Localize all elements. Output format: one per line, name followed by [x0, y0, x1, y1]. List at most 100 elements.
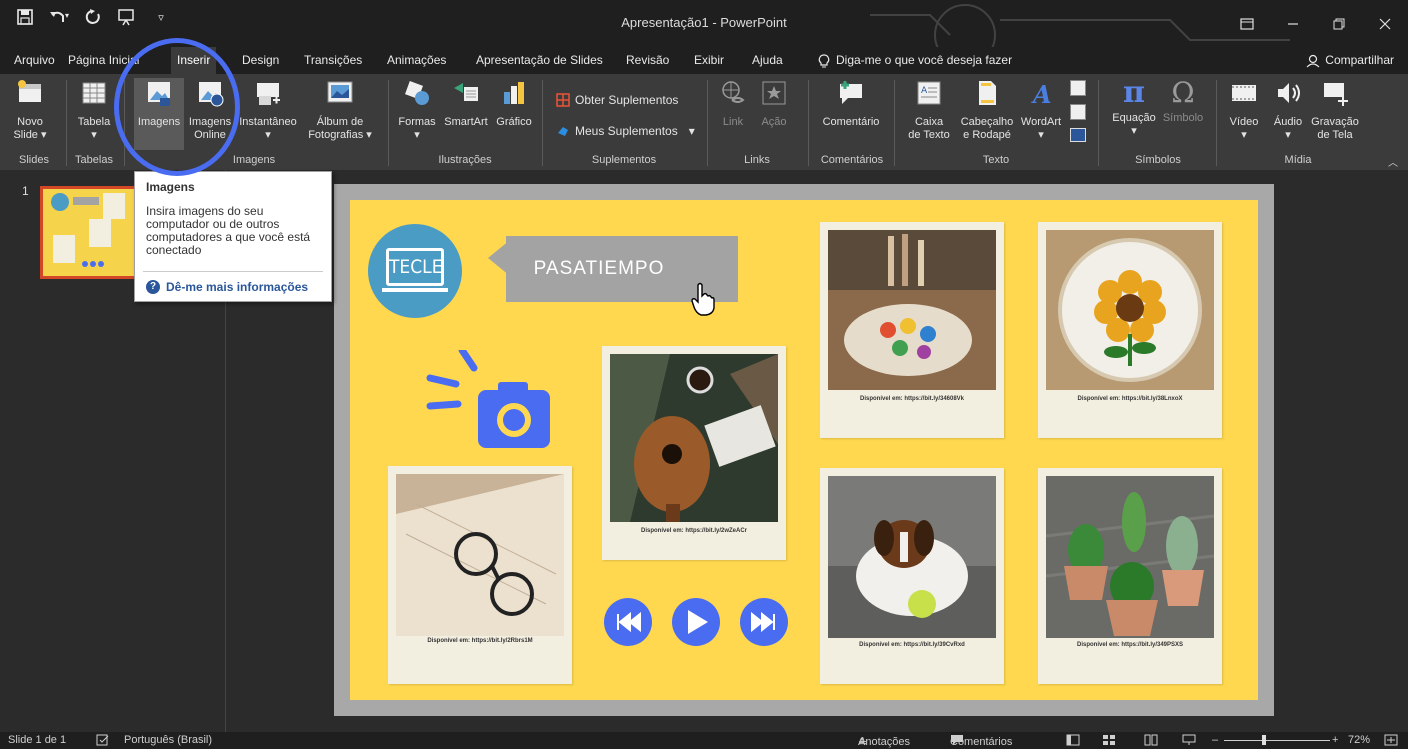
zoom-level[interactable]: 72%: [1348, 734, 1370, 746]
polaroid-dog[interactable]: Disponível em: https://bit.ly/39CvRxd: [820, 468, 1004, 684]
meus-suplementos-button[interactable]: Meus Suplementos ▾: [556, 124, 695, 138]
tooltip-more-link[interactable]: ? Dê-me mais informações: [146, 280, 308, 294]
tabela-button[interactable]: Tabela ▾: [74, 78, 114, 142]
next-track-icon: [740, 598, 788, 646]
obter-suplementos-button[interactable]: Obter Suplementos: [556, 93, 678, 107]
separator: [894, 80, 895, 166]
help-icon: ?: [146, 280, 160, 294]
speaker-icon: [1278, 83, 1300, 103]
zoom-slider-thumb[interactable]: [1262, 735, 1266, 745]
tecle-label: TECLE: [386, 248, 444, 286]
slide-canvas[interactable]: TECLE PASATIEMPO Disponível em: https://…: [350, 200, 1258, 700]
smartart-button[interactable]: SmartArt: [442, 78, 490, 129]
comentario-button[interactable]: Comentário: [818, 78, 884, 129]
tab-design[interactable]: Design: [236, 47, 285, 74]
dropdown-icon: ▾: [1285, 129, 1291, 141]
thumb-controls-icon: [81, 255, 105, 267]
separator: [808, 80, 809, 166]
instantaneo-label: Instantâneo: [239, 116, 297, 128]
previous-track-icon: [604, 598, 652, 646]
link-button[interactable]: Link: [718, 78, 748, 129]
separator: [388, 80, 389, 166]
comments-button[interactable]: Comentários: [950, 734, 1012, 748]
tab-revisao[interactable]: Revisão: [620, 47, 675, 74]
link-icon: [722, 81, 745, 103]
acao-button[interactable]: Ação: [757, 78, 791, 129]
ribbon-display-icon[interactable]: [1224, 0, 1270, 47]
reading-view-icon[interactable]: [1144, 734, 1158, 749]
svg-text:A: A: [1031, 80, 1052, 108]
polaroid-guitar[interactable]: Disponível em: https://bit.ly/2wZeACr: [602, 346, 786, 560]
title-bar: ▾ ▿ Apresentação1 - PowerPoint: [0, 0, 1408, 47]
slide-editor: TECLE PASATIEMPO Disponível em: https://…: [226, 170, 1408, 732]
powerpoint-window: ▾ ▿ Apresentação1 - PowerPoint Arquivo P…: [0, 0, 1408, 749]
tab-ajuda[interactable]: Ajuda: [746, 47, 789, 74]
novo-slide-button[interactable]: Novo Slide ▾: [10, 78, 50, 142]
tell-me-search[interactable]: Diga-me o que você deseja fazer: [812, 47, 1018, 74]
video-button[interactable]: Vídeo ▾: [1224, 78, 1264, 142]
dropdown-icon: ▾: [265, 129, 271, 141]
zoom-in-icon[interactable]: +: [1332, 734, 1338, 746]
obter-label: Obter Suplementos: [575, 93, 679, 107]
header-footer-icon: [979, 81, 996, 105]
audio-button[interactable]: Áudio ▾: [1268, 78, 1308, 142]
caixa-texto-button[interactable]: A Caixa de Texto: [904, 78, 954, 142]
screen-recording-icon: [1324, 83, 1348, 106]
wordart-icon: A: [1031, 80, 1052, 109]
spellcheck-icon[interactable]: [96, 734, 110, 749]
wordart-button[interactable]: A WordArt ▾: [1018, 78, 1064, 142]
pi-icon: π: [1123, 75, 1145, 110]
slide-sorter-icon[interactable]: [1102, 734, 1116, 749]
minimize-icon[interactable]: [1270, 0, 1316, 47]
tab-arquivo[interactable]: Arquivo: [8, 47, 61, 74]
close-icon[interactable]: [1362, 0, 1408, 47]
omega-icon: Ω: [1171, 76, 1195, 109]
group-simbolos: Símbolos: [1135, 154, 1181, 166]
notes-label: Anotações: [858, 736, 910, 748]
collapse-ribbon-icon[interactable]: ︿: [1388, 154, 1398, 169]
slideshow-icon[interactable]: [1182, 734, 1196, 749]
polaroid-painting[interactable]: Disponível em: https://bit.ly/34608Vk: [820, 222, 1004, 438]
equacao-button[interactable]: π Equação ▾: [1106, 78, 1162, 138]
formas-button[interactable]: Formas ▾: [395, 78, 439, 142]
dropdown-icon: ▾: [1131, 125, 1137, 137]
tab-animacoes[interactable]: Animações: [381, 47, 452, 74]
restore-icon[interactable]: [1316, 0, 1362, 47]
tab-transicoes[interactable]: Transições: [298, 47, 368, 74]
lightbulb-icon: [818, 53, 830, 67]
date-time-icon[interactable]: [1070, 80, 1086, 96]
polaroid-sunflower[interactable]: Disponível em: https://bit.ly/38LnxoX: [1038, 222, 1222, 438]
dog-caption: Disponível em: https://bit.ly/39CvRxd: [859, 642, 965, 648]
group-tabelas: Tabelas: [75, 154, 113, 166]
slide-number-icon[interactable]: [1070, 104, 1086, 120]
gravacao-button[interactable]: Gravação de Tela: [1308, 78, 1362, 142]
grafico-button[interactable]: Gráfico: [493, 78, 535, 129]
tecle-logo[interactable]: TECLE: [368, 224, 462, 318]
share-button[interactable]: Compartilhar: [1306, 47, 1394, 74]
instantaneo-button[interactable]: Instantâneo ▾: [237, 78, 299, 142]
video-label: Vídeo: [1229, 116, 1259, 128]
album-button[interactable]: Álbum de Fotografias ▾: [306, 78, 374, 142]
polaroid-glasses[interactable]: Disponível em: https://bit.ly/2Rbrs1M: [388, 466, 572, 684]
polaroid-cactus[interactable]: Disponível em: https://bit.ly/349PSXS: [1038, 468, 1222, 684]
group-comentarios: Comentários: [820, 154, 884, 166]
chart-icon: [504, 82, 524, 104]
glasses-photo: [396, 474, 564, 636]
cactus-caption: Disponível em: https://bit.ly/349PSXS: [1076, 642, 1184, 648]
zoom-out-icon[interactable]: –: [1212, 734, 1218, 746]
object-icon[interactable]: [1070, 128, 1086, 142]
dog-photo: [828, 476, 996, 638]
thumb-logo-icon: [51, 193, 69, 211]
simbolo-button[interactable]: Ω Símbolo: [1158, 78, 1208, 125]
separator: [1098, 80, 1099, 166]
language[interactable]: Português (Brasil): [124, 734, 212, 746]
normal-view-icon[interactable]: [1066, 734, 1080, 749]
tooltip-divider: [143, 271, 323, 272]
tab-exibir[interactable]: Exibir: [688, 47, 730, 74]
formas-label: Formas: [398, 116, 436, 128]
zoom-slider[interactable]: [1224, 740, 1330, 741]
tab-apresentacao[interactable]: Apresentação de Slides: [470, 47, 609, 74]
fit-slide-icon[interactable]: [1384, 734, 1398, 749]
highlight-circle: [114, 38, 240, 176]
cabecalho-button[interactable]: Cabeçalho e Rodapé: [956, 78, 1018, 142]
